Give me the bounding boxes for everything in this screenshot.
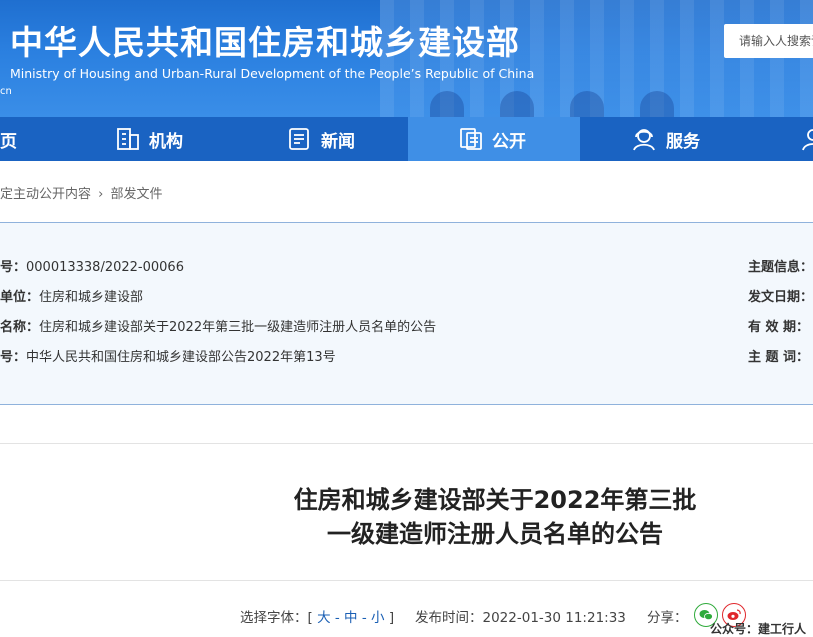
document-title-line: 住房和城乡建设部关于2022年第三批: [293, 486, 697, 514]
nav-item-organization[interactable]: 机构: [115, 117, 235, 161]
watermark: 公众号：建工行人: [710, 622, 807, 636]
building-arch: [570, 91, 604, 117]
font-large-link[interactable]: 大: [317, 610, 331, 626]
breadcrumb-link[interactable]: 定主动公开内容: [0, 187, 91, 202]
building-arch: [500, 91, 534, 117]
document-info-panel: 号：000013338/2022-00066 单位：住房和城乡建设部 名称：住房…: [0, 222, 813, 405]
breadcrumb-separator: ›: [98, 187, 104, 202]
info-row-doc-number: 号：中华人民共和国住房和城乡建设部公告2022年第13号: [0, 346, 336, 365]
breadcrumb-link[interactable]: 部发文件: [111, 187, 163, 202]
nav-item-label: 机构: [149, 131, 183, 152]
font-separator: -: [361, 610, 367, 626]
user-icon[interactable]: [800, 126, 813, 152]
font-separator: -: [334, 610, 340, 626]
site-title-en: Ministry of Housing and Urban-Rural Deve…: [10, 66, 535, 81]
news-icon: [289, 128, 309, 150]
nav-item-news[interactable]: 新闻: [287, 117, 407, 161]
site-url-fragment: cn: [0, 86, 12, 97]
info-label: 号：: [0, 260, 27, 275]
info-label-date: 发文日期：: [748, 290, 813, 305]
building-arch: [430, 91, 464, 117]
building-icon: [117, 128, 139, 150]
nav-item-label: 新闻: [321, 131, 355, 152]
nav-item-label: 页: [0, 131, 17, 152]
info-value: 住房和城乡建设部: [39, 290, 144, 305]
header-banner: 中华人民共和国住房和城乡建设部 Ministry of Housing and …: [0, 0, 813, 117]
font-size-close: ]: [388, 610, 395, 626]
nav-item-label: 公开: [492, 131, 526, 152]
breadcrumb: 定主动公开内容 › 部发文件: [0, 183, 163, 202]
publish-time: 发布时间：2022-01-30 11:21:33: [415, 606, 626, 626]
search-input[interactable]: 请输入人搜索词: [724, 24, 813, 58]
publish-value: 2022-01-30 11:21:33: [482, 610, 626, 626]
building-arch: [640, 91, 674, 117]
font-medium-link[interactable]: 中: [344, 610, 358, 626]
document-icon: [460, 128, 482, 150]
info-label-validity: 有 效 期：: [748, 320, 810, 335]
share-label: 分享：: [647, 610, 688, 626]
divider: [0, 580, 813, 581]
info-row-issuer: 单位：住房和城乡建设部: [0, 286, 143, 305]
font-small-link[interactable]: 小: [371, 610, 385, 626]
info-value: 000013338/2022-00066: [26, 260, 184, 275]
font-size-label: 选择字体：[: [240, 610, 313, 626]
info-label-topic: 主题信息：: [748, 260, 813, 275]
service-icon: [633, 129, 655, 151]
nav-item-service[interactable]: 服务: [630, 117, 750, 161]
info-value: 住房和城乡建设部关于2022年第三批一级建造师注册人员名单的公告: [39, 320, 437, 335]
nav-item-home[interactable]: 页: [0, 117, 60, 161]
document-title: 住房和城乡建设部关于2022年第三批 一级建造师注册人员名单的公告: [0, 483, 813, 551]
publish-label: 发布时间：: [415, 610, 483, 626]
info-label: 名称：: [0, 320, 40, 335]
font-size-selector: 选择字体：[ 大 - 中 - 小 ]: [240, 606, 394, 626]
info-label: 单位：: [0, 290, 40, 305]
site-title-cn[interactable]: 中华人民共和国住房和城乡建设部: [10, 16, 520, 64]
info-row-index: 号：000013338/2022-00066: [0, 256, 184, 275]
info-label-keywords: 主 题 词：: [748, 350, 810, 365]
info-value: 中华人民共和国住房和城乡建设部公告2022年第13号: [26, 350, 336, 365]
info-label: 号：: [0, 350, 27, 365]
document-title-line: 一级建造师注册人员名单的公告: [327, 520, 663, 548]
divider: [0, 443, 813, 444]
nav-item-public[interactable]: 公开: [408, 117, 580, 161]
main-nav: 页 机构 新闻 公开 服务: [0, 117, 813, 161]
info-row-name: 名称：住房和城乡建设部关于2022年第三批一级建造师注册人员名单的公告: [0, 316, 436, 335]
nav-item-label: 服务: [666, 131, 700, 152]
